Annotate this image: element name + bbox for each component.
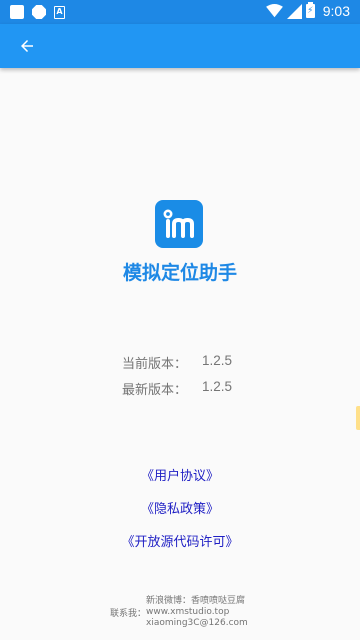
open-source-license-link[interactable]: 《开放源代码许可》	[0, 531, 360, 550]
edge-indicator	[356, 406, 360, 430]
privacy-policy-link[interactable]: 《隐私政策》	[0, 498, 360, 517]
current-version-value: 1.2.5	[202, 353, 233, 368]
notification-stop-icon	[32, 5, 46, 19]
app-name: 模拟定位助手	[122, 262, 237, 284]
user-agreement-link[interactable]: 《用户协议》	[0, 465, 360, 484]
notification-a-icon: A	[54, 5, 65, 19]
current-version-row: 当前版本： 1.2.5	[0, 353, 360, 373]
system-icons: ⚡ 9:03	[265, 2, 350, 19]
wifi-icon	[265, 4, 283, 18]
back-button[interactable]	[14, 34, 40, 58]
notification-square-icon	[10, 5, 24, 19]
contact-label: 联系我：	[110, 609, 147, 619]
app-logo	[155, 200, 203, 248]
latest-version-label: 最新版本：	[121, 383, 187, 398]
latest-version-value: 1.2.5	[202, 379, 233, 394]
contact-website: www.xmstudio.top	[146, 607, 230, 617]
contact-lines: 新浪微博：香喷喷哒豆腐 www.xmstudio.top xiaoming3C@…	[146, 596, 248, 629]
status-time: 9:03	[322, 3, 350, 19]
contact-email: xiaoming3C@126.com	[146, 618, 248, 628]
notification-icons: A	[10, 5, 65, 19]
signal-icon	[286, 3, 302, 19]
im-logo-icon	[163, 209, 194, 238]
battery-charging-icon: ⚡	[305, 2, 315, 18]
arrow-back-icon	[21, 40, 33, 52]
current-version-label: 当前版本：	[121, 357, 187, 372]
status-bar: A ⚡ 9:03	[0, 0, 360, 24]
contact-weibo: 新浪微博：香喷喷哒豆腐	[146, 596, 246, 606]
app-bar	[0, 24, 360, 68]
latest-version-row: 最新版本： 1.2.5	[0, 379, 360, 399]
